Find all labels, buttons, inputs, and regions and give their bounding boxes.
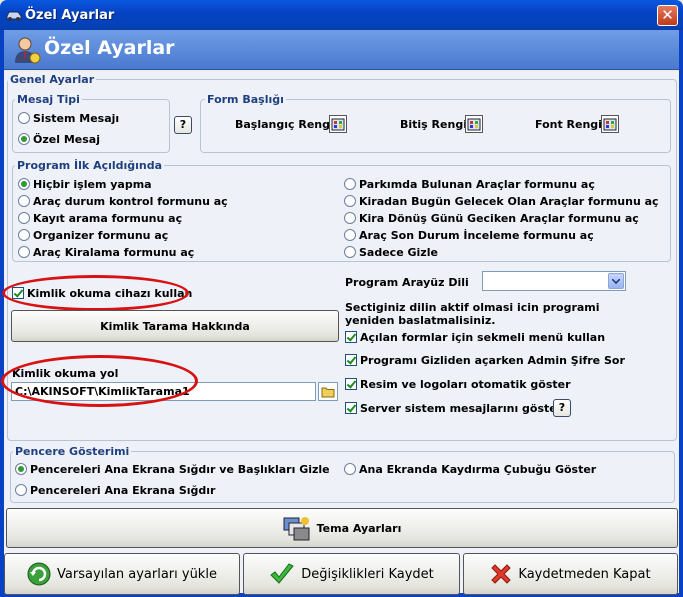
general-settings-label: Genel Ayarlar bbox=[8, 73, 97, 86]
option-admin-password[interactable]: Programı Gizliden açarken Admin Şifre So… bbox=[345, 354, 625, 367]
language-restart-note: Sectiginiz dilin aktif olmasi icin progr… bbox=[345, 301, 600, 327]
radio-display-fit-hide-titles[interactable]: Pencereleri Ana Ekrana Sığdır ve Başlıkl… bbox=[15, 463, 330, 476]
option-server-messages[interactable]: Server sistem mesajlarını göster bbox=[345, 402, 562, 415]
window-display-label: Pencere Gösterimi bbox=[13, 445, 132, 458]
save-label: Değişiklikleri Kaydet bbox=[301, 566, 434, 582]
option-tabbed-menu[interactable]: Açılan formlar için sekmeli menü kullan bbox=[345, 331, 605, 344]
end-color-button[interactable] bbox=[465, 115, 483, 133]
language-select[interactable] bbox=[482, 271, 626, 291]
radio-start-right-0[interactable]: Parkımda Bulunan Araçlar formunu aç bbox=[344, 178, 595, 191]
folder-icon bbox=[321, 387, 335, 397]
server-messages-help-button[interactable]: ? bbox=[553, 399, 571, 417]
checkmark-icon bbox=[270, 563, 295, 584]
theme-icon bbox=[283, 517, 310, 541]
radio-start-left-4[interactable]: Araç Kiralama formunu aç bbox=[18, 246, 194, 259]
program-start-label: Program İlk Açıldığında bbox=[15, 159, 165, 172]
radio-custom-message[interactable]: Özel Mesaj bbox=[18, 133, 100, 146]
close-icon: ✕ bbox=[661, 6, 674, 24]
close-button[interactable]: ✕ bbox=[657, 5, 678, 26]
font-color-label: Font Rengi bbox=[535, 118, 602, 131]
palette-icon bbox=[331, 118, 345, 130]
user-settings-icon bbox=[15, 37, 41, 64]
theme-settings-label: Tema Ayarları bbox=[316, 521, 402, 535]
close-without-saving-button[interactable]: Kaydetmeden Kapat bbox=[463, 553, 678, 595]
option-auto-images[interactable]: Resim ve logoları otomatik göster bbox=[345, 378, 571, 391]
window-title: Özel Ayarlar bbox=[25, 8, 115, 23]
close-without-saving-label: Kaydetmeden Kapat bbox=[518, 566, 651, 582]
radio-display-fit[interactable]: Pencereleri Ana Ekrana Sığdır bbox=[15, 484, 215, 497]
chevron-down-icon[interactable] bbox=[608, 273, 624, 289]
save-button[interactable]: Değişiklikleri Kaydet bbox=[243, 553, 460, 595]
radio-start-right-4[interactable]: Sadece Gizle bbox=[344, 246, 438, 259]
id-reader-checkbox[interactable]: Kimlik okuma cihazı kullan bbox=[12, 287, 192, 300]
header-title: Özel Ayarlar bbox=[44, 37, 175, 59]
id-reader-path-label: Kimlik okuma yol bbox=[12, 367, 119, 380]
radio-start-left-2[interactable]: Kayıt arama formunu aç bbox=[18, 212, 182, 225]
car-icon bbox=[6, 11, 22, 21]
end-color-label: Bitiş Rengi bbox=[400, 118, 467, 131]
refresh-icon bbox=[27, 562, 51, 586]
font-color-button[interactable] bbox=[601, 115, 619, 133]
start-color-label: Başlangıç Rengi bbox=[235, 118, 334, 131]
load-defaults-button[interactable]: Varsayılan ayarları yükle bbox=[4, 553, 240, 595]
start-color-button[interactable] bbox=[329, 115, 347, 133]
radio-start-left-0[interactable]: Hiçbir işlem yapma bbox=[18, 178, 152, 191]
radio-start-left-3[interactable]: Organizer formunu aç bbox=[18, 229, 168, 242]
message-type-help-button[interactable]: ? bbox=[174, 116, 192, 134]
browse-folder-button[interactable] bbox=[318, 382, 338, 401]
palette-icon bbox=[603, 118, 617, 130]
id-scan-about-button[interactable]: Kimlik Tarama Hakkında bbox=[11, 310, 339, 342]
radio-display-scrollbar[interactable]: Ana Ekranda Kaydırma Çubuğu Göster bbox=[344, 463, 596, 476]
radio-start-right-3[interactable]: Araç Son Durum İnceleme formunu aç bbox=[344, 229, 594, 242]
palette-icon bbox=[467, 118, 481, 130]
header-banner: Özel Ayarlar bbox=[4, 30, 679, 70]
radio-start-left-1[interactable]: Araç durum kontrol formunu aç bbox=[18, 195, 228, 208]
form-title-label: Form Başlığı bbox=[205, 93, 286, 106]
radio-start-right-1[interactable]: Kiradan Bugün Gelecek Olan Araçlar formu… bbox=[344, 195, 659, 208]
message-type-label: Mesaj Tipi bbox=[15, 93, 82, 106]
cross-icon bbox=[491, 564, 512, 584]
language-label: Program Arayüz Dili bbox=[345, 276, 469, 289]
id-reader-path-input[interactable]: C:\AKINSOFT\KimlikTarama1 bbox=[11, 382, 316, 401]
load-defaults-label: Varsayılan ayarları yükle bbox=[57, 566, 217, 582]
radio-system-message[interactable]: Sistem Mesajı bbox=[18, 112, 119, 125]
radio-start-right-2[interactable]: Kira Dönüş Günü Geciken Araçlar formunu … bbox=[344, 212, 639, 225]
theme-settings-button[interactable]: Tema Ayarları bbox=[6, 508, 678, 548]
